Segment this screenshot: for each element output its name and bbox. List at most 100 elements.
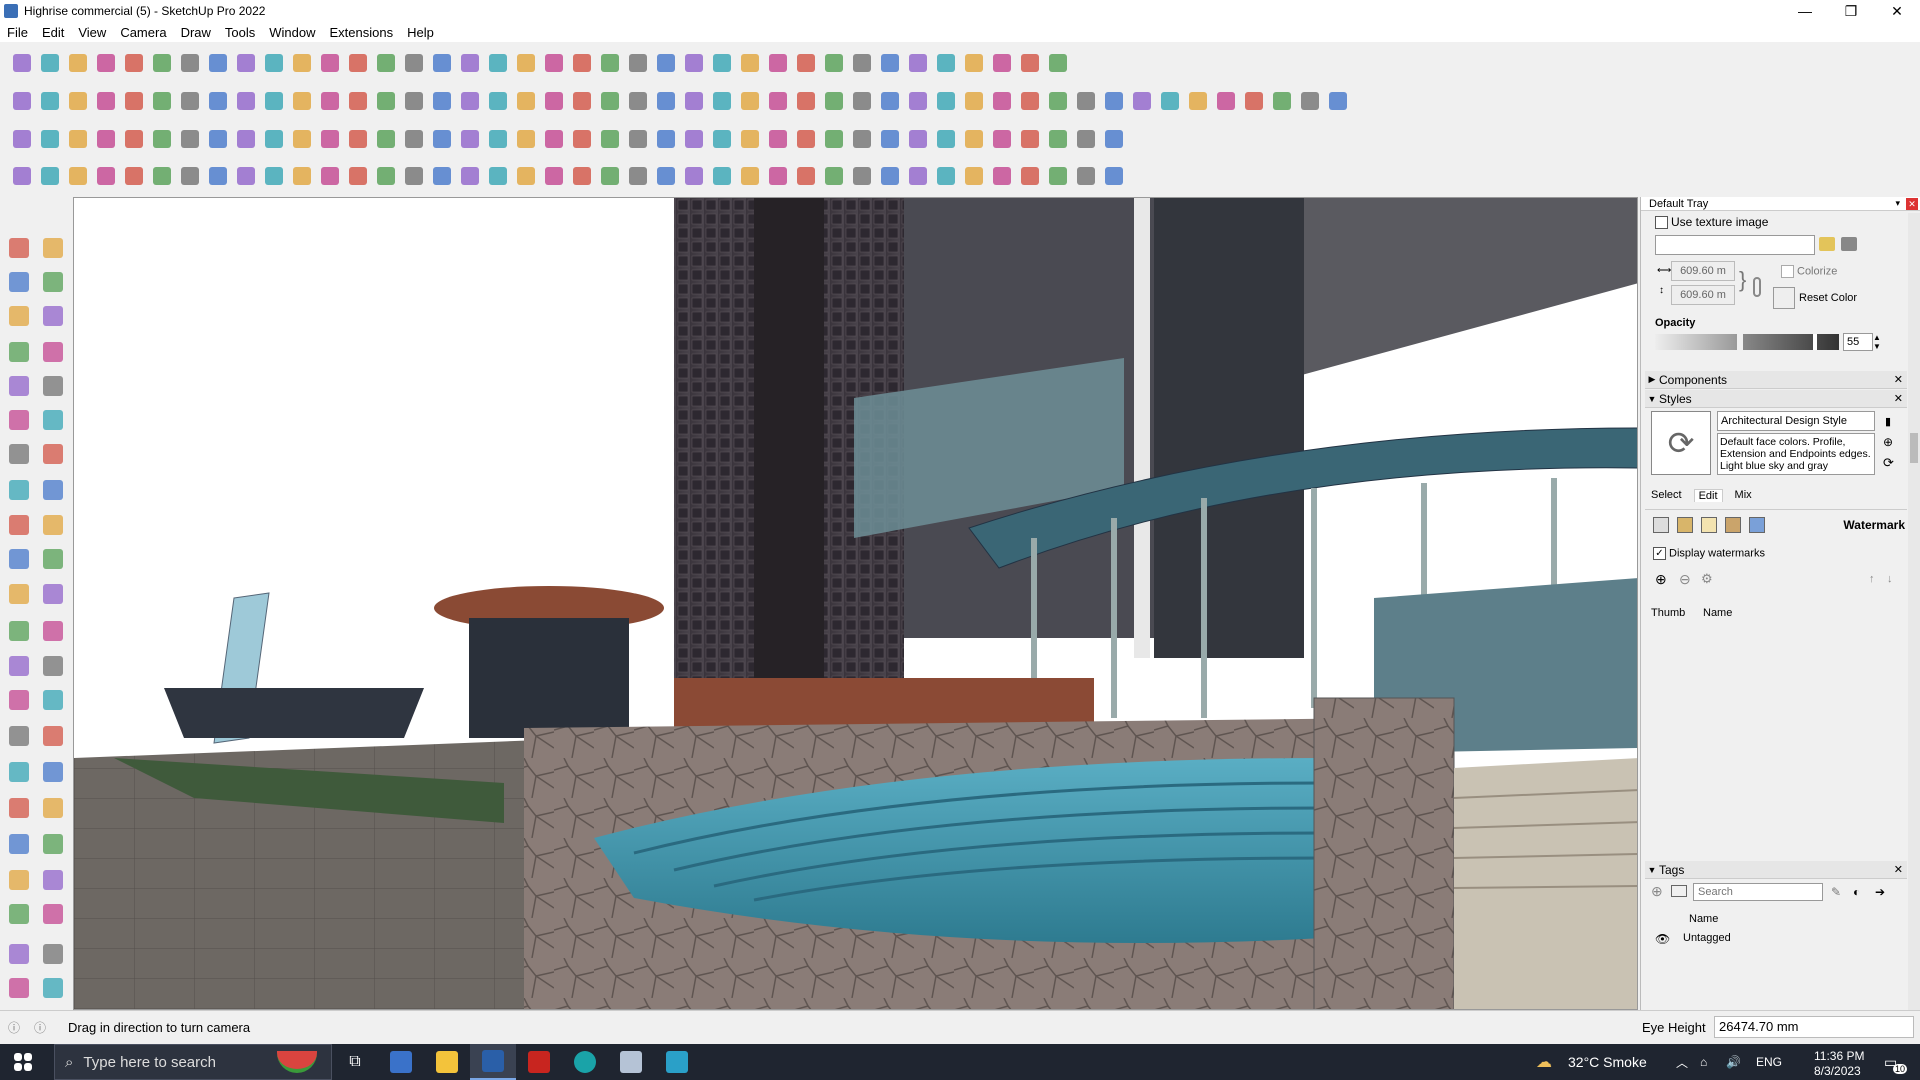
toolbar4-tool-button-29[interactable] (792, 162, 820, 190)
toolbar2-tool-button-1[interactable] (8, 87, 36, 115)
toolbar1-tool-button-32[interactable] (876, 49, 904, 77)
toolbar3-tool-button-5[interactable] (120, 125, 148, 153)
toolbar2-tool-button-32[interactable] (876, 87, 904, 115)
toolbar2-tool-button-13[interactable] (344, 87, 372, 115)
toolbar3-tool-button-11[interactable] (288, 125, 316, 153)
edge-settings-icon[interactable] (1653, 516, 1669, 533)
add-folder-icon[interactable] (1671, 885, 1687, 897)
toolbar2-tool-button-33[interactable] (904, 87, 932, 115)
toolbar1-tool-button-37[interactable] (1016, 49, 1044, 77)
toolbar2-tool-button-18[interactable] (484, 87, 512, 115)
menu-file[interactable]: File (0, 25, 35, 40)
tray-close-icon[interactable]: ✕ (1906, 197, 1918, 210)
toolbar3-tool-button-33[interactable] (904, 125, 932, 153)
toolbar1-tool-button-35[interactable] (960, 49, 988, 77)
large-tool-button-18[interactable] (38, 510, 68, 540)
toolbar4-tool-button-17[interactable] (456, 162, 484, 190)
refresh-style-icon[interactable]: ⟳ (1883, 455, 1894, 471)
toolbar2-tool-button-16[interactable] (428, 87, 456, 115)
toolbar2-tool-button-10[interactable] (260, 87, 288, 115)
toolbar4-tool-button-10[interactable] (260, 162, 288, 190)
task-view-button[interactable]: ⧉ (332, 1044, 378, 1080)
menu-view[interactable]: View (71, 25, 113, 40)
toolbar1-tool-button-15[interactable] (400, 49, 428, 77)
toolbar2-tool-button-7[interactable] (176, 87, 204, 115)
toolbar4-tool-button-34[interactable] (932, 162, 960, 190)
styles-section-header[interactable]: ▼ Styles ✕ (1645, 390, 1907, 408)
toolbar2-tool-button-4[interactable] (92, 87, 120, 115)
large-tool-button-11[interactable] (4, 405, 34, 435)
toolbar1-tool-button-38[interactable] (1044, 49, 1072, 77)
sketchup-taskbar-app[interactable] (470, 1044, 516, 1080)
large-tool-button-32[interactable] (38, 757, 68, 787)
tag-tool-icon[interactable]: ✎ (1831, 885, 1841, 899)
toolbar2-tool-button-28[interactable] (764, 87, 792, 115)
toolbar3-tool-button-17[interactable] (456, 125, 484, 153)
toolbar3-tool-button-6[interactable] (148, 125, 176, 153)
large-tool-button-22[interactable] (38, 579, 68, 609)
toolbar3-tool-button-12[interactable] (316, 125, 344, 153)
network-icon[interactable]: ⌂ (1700, 1055, 1707, 1069)
large-tool-button-44[interactable] (38, 973, 68, 1003)
colorize-checkbox[interactable] (1781, 265, 1794, 278)
toolbar3-tool-button-24[interactable] (652, 125, 680, 153)
toolbar4-tool-button-5[interactable] (120, 162, 148, 190)
toolbar1-tool-button-24[interactable] (652, 49, 680, 77)
toolbar3-tool-button-36[interactable] (988, 125, 1016, 153)
toolbar2-tool-button-39[interactable] (1072, 87, 1100, 115)
toolbar3-tool-button-18[interactable] (484, 125, 512, 153)
toolbar4-tool-button-13[interactable] (344, 162, 372, 190)
toolbar2-tool-button-11[interactable] (288, 87, 316, 115)
toolbar4-tool-button-36[interactable] (988, 162, 1016, 190)
move-up-icon[interactable]: ↑ (1869, 573, 1875, 585)
opacity-value-field[interactable]: 55 (1843, 333, 1873, 351)
toolbar3-tool-button-32[interactable] (876, 125, 904, 153)
toolbar3-tool-button-13[interactable] (344, 125, 372, 153)
large-tool-button-17[interactable] (4, 510, 34, 540)
toolbar4-tool-button-28[interactable] (764, 162, 792, 190)
toolbar4-tool-button-37[interactable] (1016, 162, 1044, 190)
toolbar4-tool-button-3[interactable] (64, 162, 92, 190)
toolbar3-tool-button-34[interactable] (932, 125, 960, 153)
texture-path-field[interactable] (1655, 235, 1815, 255)
edit-watermark-icon[interactable]: ⚙ (1701, 571, 1713, 587)
large-tool-button-34[interactable] (38, 793, 68, 823)
toolbar2-tool-button-25[interactable] (680, 87, 708, 115)
toolbar3-tool-button-19[interactable] (512, 125, 540, 153)
large-tool-button-9[interactable] (4, 371, 34, 401)
toolbar1-tool-button-36[interactable] (988, 49, 1016, 77)
toolbar1-tool-button-34[interactable] (932, 49, 960, 77)
toolbar1-tool-button-26[interactable] (708, 49, 736, 77)
toolbar3-tool-button-35[interactable] (960, 125, 988, 153)
toolbar4-tool-button-11[interactable] (288, 162, 316, 190)
large-tool-button-36[interactable] (38, 829, 68, 859)
modeling-settings-icon[interactable] (1749, 516, 1765, 533)
toolbar2-tool-button-36[interactable] (988, 87, 1016, 115)
toolbar4-tool-button-23[interactable] (624, 162, 652, 190)
opacity-spinner-icon[interactable]: ▲ ▼ (1873, 333, 1881, 351)
toolbar4-tool-button-4[interactable] (92, 162, 120, 190)
display-watermarks-checkbox[interactable]: ✓ (1653, 547, 1666, 560)
tag-search-input[interactable] (1693, 883, 1823, 901)
toolbar1-tool-button-29[interactable] (792, 49, 820, 77)
maximize-button[interactable]: ❐ (1828, 0, 1874, 22)
toolbar1-tool-button-21[interactable] (568, 49, 596, 77)
toolbar3-tool-button-26[interactable] (708, 125, 736, 153)
large-tool-button-7[interactable] (4, 337, 34, 367)
toolbar3-tool-button-3[interactable] (64, 125, 92, 153)
toolbar2-tool-button-23[interactable] (624, 87, 652, 115)
toolbar4-tool-button-22[interactable] (596, 162, 624, 190)
large-tool-button-25[interactable] (4, 651, 34, 681)
large-tool-button-12[interactable] (38, 405, 68, 435)
toolbar2-tool-button-30[interactable] (820, 87, 848, 115)
toolbar3-tool-button-37[interactable] (1016, 125, 1044, 153)
edge-app[interactable] (562, 1044, 608, 1080)
toolbar2-tool-button-31[interactable] (848, 87, 876, 115)
toolbar4-tool-button-38[interactable] (1044, 162, 1072, 190)
toolbar2-tool-button-26[interactable] (708, 87, 736, 115)
toolbar4-tool-button-19[interactable] (512, 162, 540, 190)
toolbar1-tool-button-17[interactable] (456, 49, 484, 77)
large-tool-button-29[interactable] (4, 721, 34, 751)
toolbar2-tool-button-20[interactable] (540, 87, 568, 115)
menu-camera[interactable]: Camera (113, 25, 173, 40)
